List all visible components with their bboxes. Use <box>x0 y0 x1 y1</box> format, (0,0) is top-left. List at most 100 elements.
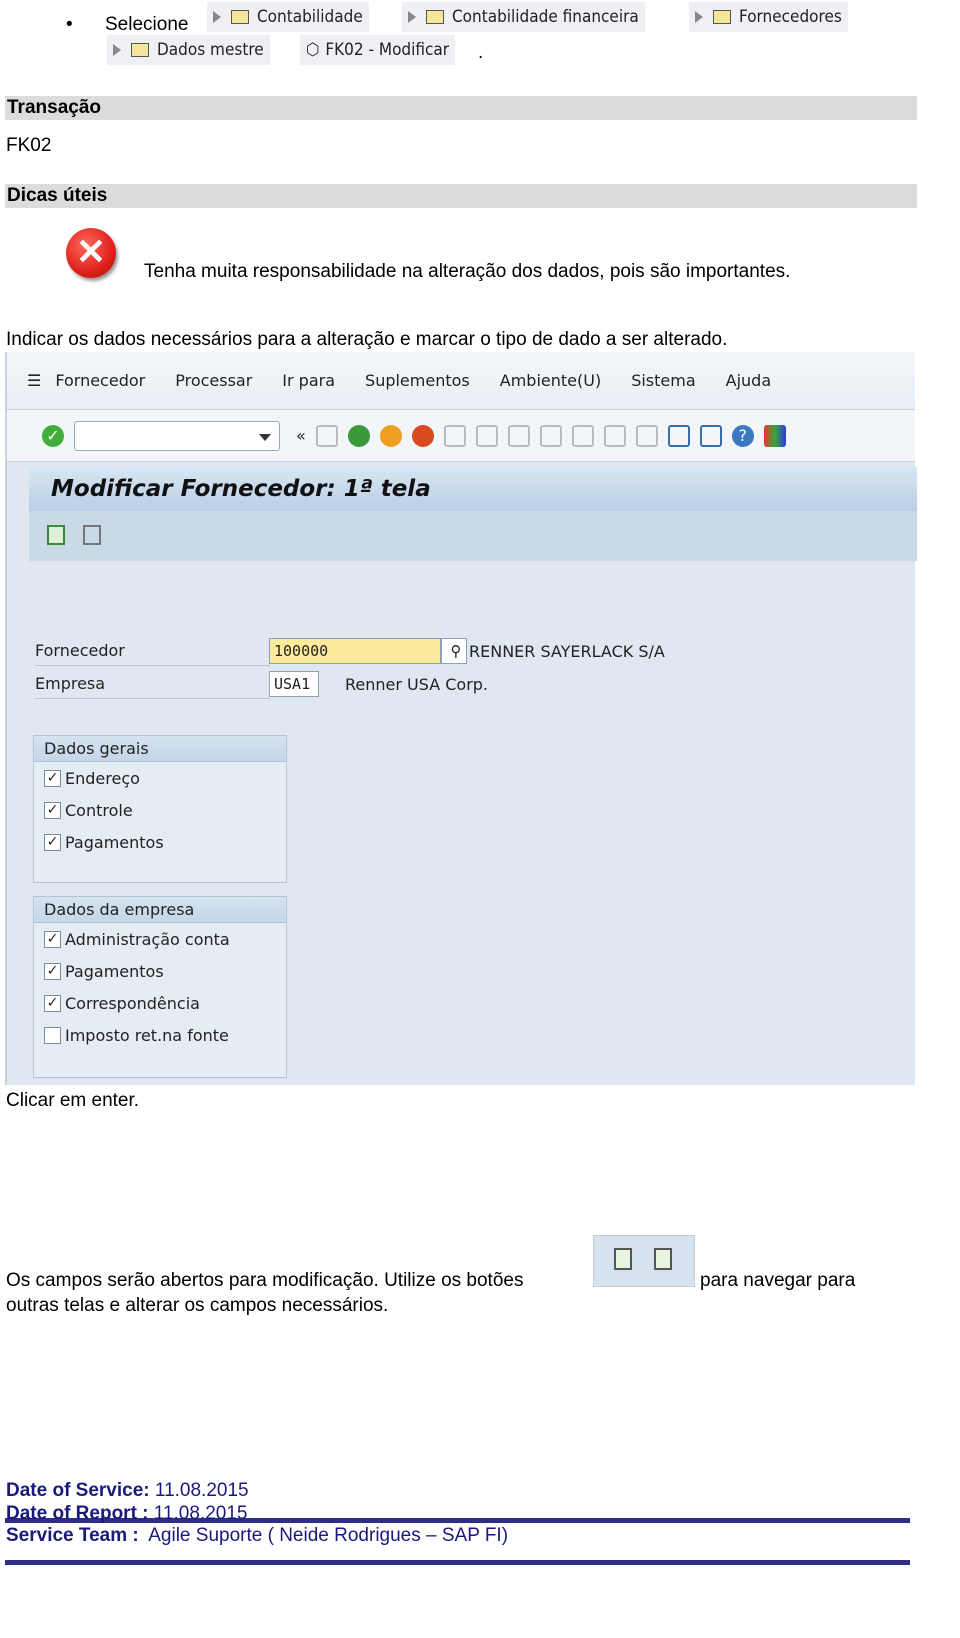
checkbox-label: Imposto ret.na fonte <box>65 1025 229 1045</box>
checkbox[interactable]: ✓ <box>44 994 61 1012</box>
footer-report-date: Date of Report : 11.08.2015 <box>6 1503 248 1524</box>
company-name: Renner USA Corp. <box>345 675 489 694</box>
command-field[interactable] <box>74 420 280 451</box>
folder-icon <box>131 43 149 57</box>
last-page-icon[interactable] <box>635 424 658 447</box>
menu-bar: ☰ Fornecedor Processar Ir para Suplement… <box>7 352 915 410</box>
folder-icon <box>231 10 249 24</box>
expand-icon <box>113 44 121 56</box>
checkbox-label: Administração conta <box>65 929 230 949</box>
section-tips: Dicas úteis <box>5 184 917 208</box>
collapse-icon[interactable]: « <box>296 426 306 445</box>
path-item: Contabilidade financeira <box>402 2 645 32</box>
checkbox[interactable] <box>44 1026 61 1044</box>
path-label: Contabilidade <box>257 7 363 27</box>
menu-fornecedor[interactable]: Fornecedor <box>55 371 145 390</box>
folder-icon <box>713 10 731 24</box>
general-data-group: Dados gerais ✓ Endereço ✓ Controle ✓ Pagame… <box>33 735 287 883</box>
search-help-icon[interactable]: ⚲ <box>441 638 467 664</box>
exit-icon[interactable] <box>379 424 402 447</box>
toolbar: ✓ « ? <box>7 410 915 462</box>
find-icon[interactable] <box>475 424 498 447</box>
vendor-name: RENNER SAYERLACK S/A <box>469 642 665 661</box>
shortcut-icon[interactable] <box>699 424 722 447</box>
checkbox-label: Pagamentos <box>65 961 164 981</box>
path-label: Dados mestre <box>157 40 264 60</box>
vendor-label: Fornecedor <box>35 638 270 666</box>
checkbox-label: Correspondência <box>65 993 200 1013</box>
save-icon[interactable] <box>315 424 338 447</box>
instruction-text: para navegar para <box>700 1270 856 1291</box>
footer-service-team: Service Team : Agile Suporte ( Neide Rod… <box>6 1525 509 1546</box>
company-data-group: Dados da empresa ✓ Administração conta ✓ P… <box>33 896 287 1078</box>
menu-ir-para[interactable]: Ir para <box>282 371 335 390</box>
checkbox-endereco[interactable]: ✓ Endereço <box>34 762 286 794</box>
back-icon[interactable] <box>347 424 370 447</box>
checkbox-pagamentos[interactable]: ✓ Pagamentos <box>34 826 286 858</box>
checkbox-pagamentos-empresa[interactable]: ✓ Pagamentos <box>34 955 286 987</box>
checkbox-admin-conta[interactable]: ✓ Administração conta <box>34 923 286 955</box>
select-label: Selecione <box>105 14 189 35</box>
trailing-dot: . <box>478 42 484 63</box>
transaction-item: ⬡ FK02 - Modificar <box>300 35 456 65</box>
transaction-cube-icon: ⬡ <box>306 40 320 60</box>
instruction-text: outras telas e alterar os campos necessá… <box>6 1295 389 1316</box>
company-data-icon[interactable] <box>83 525 101 545</box>
instruction-text: Os campos serão abertos para modificação… <box>6 1270 524 1291</box>
path-label: Fornecedores <box>739 7 842 27</box>
prev-page-icon[interactable] <box>571 424 594 447</box>
sap-screenshot: ☰ Fornecedor Processar Ir para Suplement… <box>5 352 917 1085</box>
checkbox-label: Pagamentos <box>65 832 164 852</box>
menu-sistema[interactable]: Sistema <box>631 371 695 390</box>
layout-icon[interactable] <box>763 424 786 447</box>
screen-title: Modificar Fornecedor: 1ª tela <box>29 467 917 511</box>
checkbox-label: Endereço <box>65 768 140 788</box>
cancel-icon[interactable] <box>411 424 434 447</box>
error-x-icon: ✕ <box>66 228 116 278</box>
enter-check-icon[interactable]: ✓ <box>42 424 64 447</box>
find-next-icon[interactable] <box>507 424 530 447</box>
checkbox[interactable]: ✓ <box>44 962 61 980</box>
instruction-text: Indicar os dados necessários para a alte… <box>6 329 728 350</box>
application-toolbar <box>29 511 917 561</box>
checkbox[interactable]: ✓ <box>44 801 61 819</box>
folder-icon <box>426 10 444 24</box>
bullet: • <box>66 14 73 35</box>
checkbox[interactable]: ✓ <box>44 769 61 787</box>
path-item: Dados mestre <box>107 35 270 65</box>
new-session-icon[interactable] <box>667 424 690 447</box>
instruction-enter: Clicar em enter. <box>6 1090 140 1111</box>
footer-service-date: Date of Service: 11.08.2015 <box>6 1480 249 1501</box>
checkbox[interactable]: ✓ <box>44 833 61 851</box>
expand-icon <box>213 11 221 23</box>
path-item: Contabilidade <box>207 2 369 32</box>
company-label: Empresa <box>35 671 270 699</box>
checkbox[interactable]: ✓ <box>44 930 61 948</box>
print-icon[interactable] <box>443 424 466 447</box>
path-label: Contabilidade financeira <box>452 7 639 27</box>
transaction-label: FK02 - Modificar <box>325 40 450 60</box>
menu-suplementos[interactable]: Suplementos <box>365 371 470 390</box>
warning-text: Tenha muita responsabilidade na alteraçã… <box>144 261 791 282</box>
section-transaction: Transação <box>5 96 917 120</box>
checkbox-label: Controle <box>65 800 133 820</box>
nav-buttons-image <box>593 1235 695 1287</box>
expand-icon <box>408 11 416 23</box>
previous-screen-icon <box>614 1248 632 1270</box>
checkbox-correspondencia[interactable]: ✓ Correspondência <box>34 987 286 1019</box>
first-page-icon[interactable] <box>539 424 562 447</box>
vendor-input[interactable]: 100000 <box>269 638 441 664</box>
general-data-icon[interactable] <box>47 525 65 545</box>
transaction-code: FK02 <box>6 135 52 156</box>
checkbox-imposto[interactable]: Imposto ret.na fonte <box>34 1019 286 1051</box>
menu-ambiente[interactable]: Ambiente(U) <box>500 371 601 390</box>
menu-icon[interactable]: ☰ <box>27 371 41 390</box>
footer-rule-bottom <box>5 1560 910 1565</box>
checkbox-controle[interactable]: ✓ Controle <box>34 794 286 826</box>
menu-processar[interactable]: Processar <box>175 371 252 390</box>
menu-ajuda[interactable]: Ajuda <box>726 371 772 390</box>
next-page-icon[interactable] <box>603 424 626 447</box>
company-input[interactable]: USA1 <box>269 671 319 697</box>
path-item: Fornecedores <box>689 2 848 32</box>
help-icon[interactable]: ? <box>731 424 754 447</box>
